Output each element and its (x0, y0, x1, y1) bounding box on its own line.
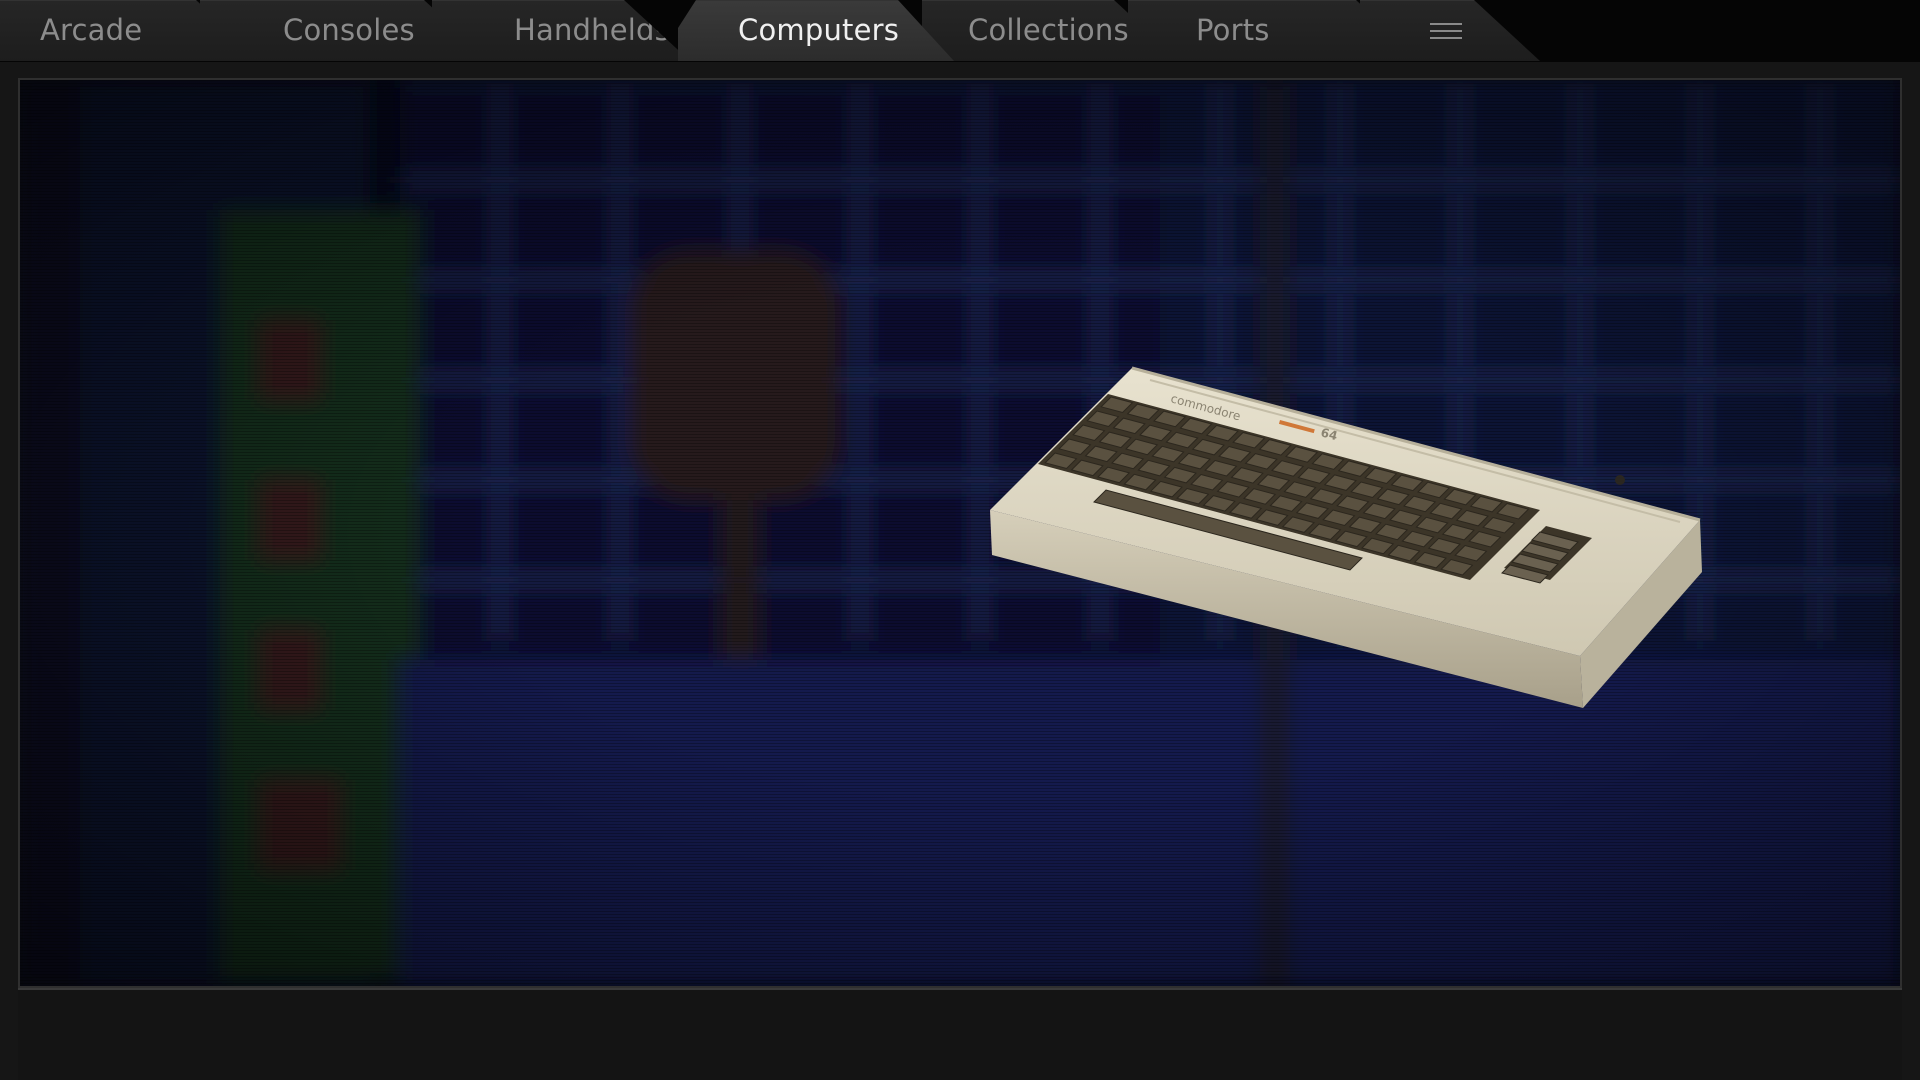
bottom-info-bar (18, 988, 1902, 1080)
tab-label: Ports (1196, 13, 1270, 47)
tab-label: Collections (968, 13, 1129, 47)
tab-label: Computers (738, 13, 900, 47)
category-tab-bar: Arcade Consoles Handhelds Computers Coll… (0, 0, 1920, 62)
tab-label: Handhelds (514, 13, 670, 47)
commodore-64-computer-image: commodore 64 (990, 366, 1702, 708)
system-preview-panel: commodore 64 (18, 78, 1902, 988)
tab-label: Consoles (283, 13, 415, 47)
tab-computers[interactable]: Computers (678, 0, 954, 61)
tab-label: Arcade (40, 13, 143, 47)
hamburger-menu-icon (1430, 23, 1462, 41)
